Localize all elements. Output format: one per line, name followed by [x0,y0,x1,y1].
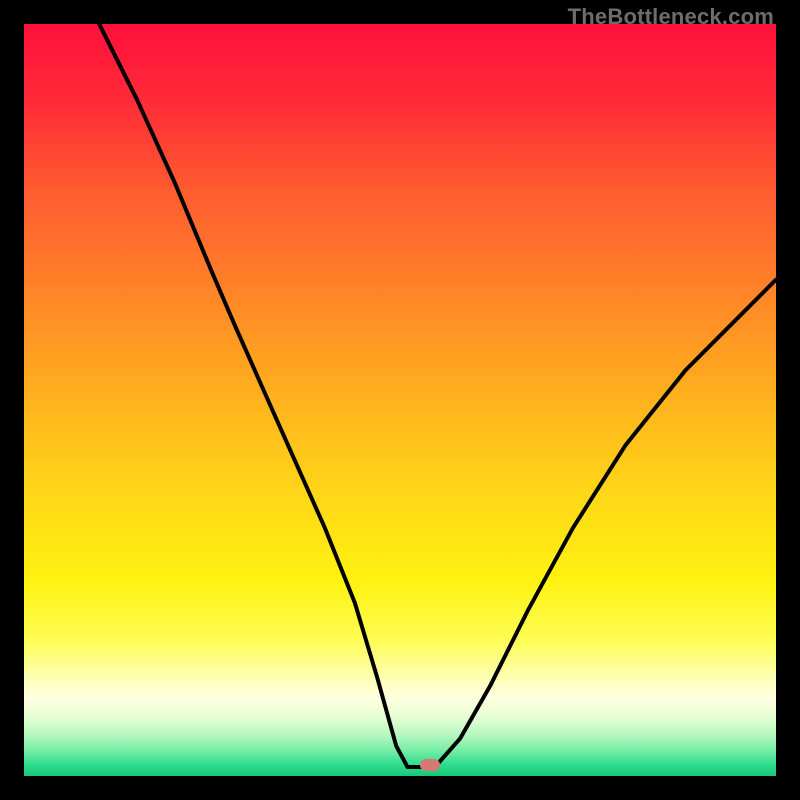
optimal-point-marker [420,759,440,771]
bottleneck-curve [24,24,776,776]
watermark-text: TheBottleneck.com [568,4,774,30]
chart-frame: TheBottleneck.com [0,0,800,800]
plot-area [24,24,776,776]
